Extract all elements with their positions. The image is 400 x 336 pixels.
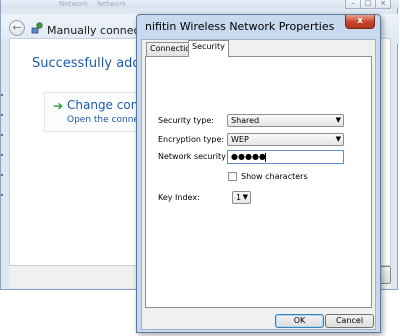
security-type-dropdown[interactable]: Shared ▼ [227, 114, 344, 127]
ghost-tab-1: Network [59, 0, 89, 8]
key-index-value: 1 [236, 193, 242, 202]
edge-dot [1, 134, 3, 136]
minimize-icon[interactable]: – [345, 0, 361, 9]
network-key-input[interactable]: ●●●●● [227, 150, 344, 164]
security-type-label: Security type: [158, 116, 214, 125]
key-index-dropdown[interactable]: 1 ▼ [232, 191, 251, 204]
chevron-down-icon: ▼ [335, 116, 341, 124]
show-characters-checkbox[interactable] [228, 172, 237, 181]
screen: Network Network – □ × ← Manually connect… [0, 0, 400, 336]
dialog-close-button[interactable]: x [345, 15, 375, 29]
security-type-value: Shared [231, 116, 260, 125]
cancel-button[interactable]: Cancel [325, 314, 374, 328]
tab-security[interactable]: Security [188, 40, 229, 57]
key-index-label: Key Index: [158, 193, 200, 202]
encryption-type-value: WEP [231, 135, 249, 144]
chevron-down-icon: ▼ [242, 193, 248, 201]
encryption-type-label: Encryption type: [158, 135, 225, 144]
show-characters-label[interactable]: Show characters [241, 172, 308, 181]
edge-dot [1, 154, 3, 156]
close-icon[interactable]: × [375, 0, 391, 9]
back-arrow-icon[interactable]: ← [9, 20, 25, 36]
wizard-frame-top: Network Network [1, 0, 399, 8]
desktop-edge-markers [1, 94, 4, 214]
edge-dot [1, 194, 3, 196]
network-key-value: ●●●●● [231, 152, 266, 161]
wireless-properties-dialog: nifitin Wireless Network Properties x Co… [136, 14, 381, 333]
security-tab-panel: Security type: Shared ▼ Encryption type:… [145, 56, 372, 308]
green-arrow-icon: ➔ [53, 99, 64, 113]
edge-dot [1, 114, 3, 116]
ok-button[interactable]: OK [275, 314, 324, 328]
dialog-body: Connection Security Security type: Share… [141, 39, 376, 330]
dialog-title: nifitin Wireless Network Properties [145, 20, 335, 33]
network-icon [31, 22, 43, 34]
text-caret [265, 153, 266, 162]
wizard-window-controls: – □ × [345, 0, 391, 9]
encryption-type-dropdown[interactable]: WEP ▼ [227, 133, 344, 146]
maximize-icon[interactable]: □ [360, 0, 376, 9]
edge-dot [1, 94, 3, 96]
ghost-tab-2: Network [97, 0, 127, 8]
chevron-down-icon: ▼ [335, 135, 341, 143]
edge-dot [1, 174, 3, 176]
